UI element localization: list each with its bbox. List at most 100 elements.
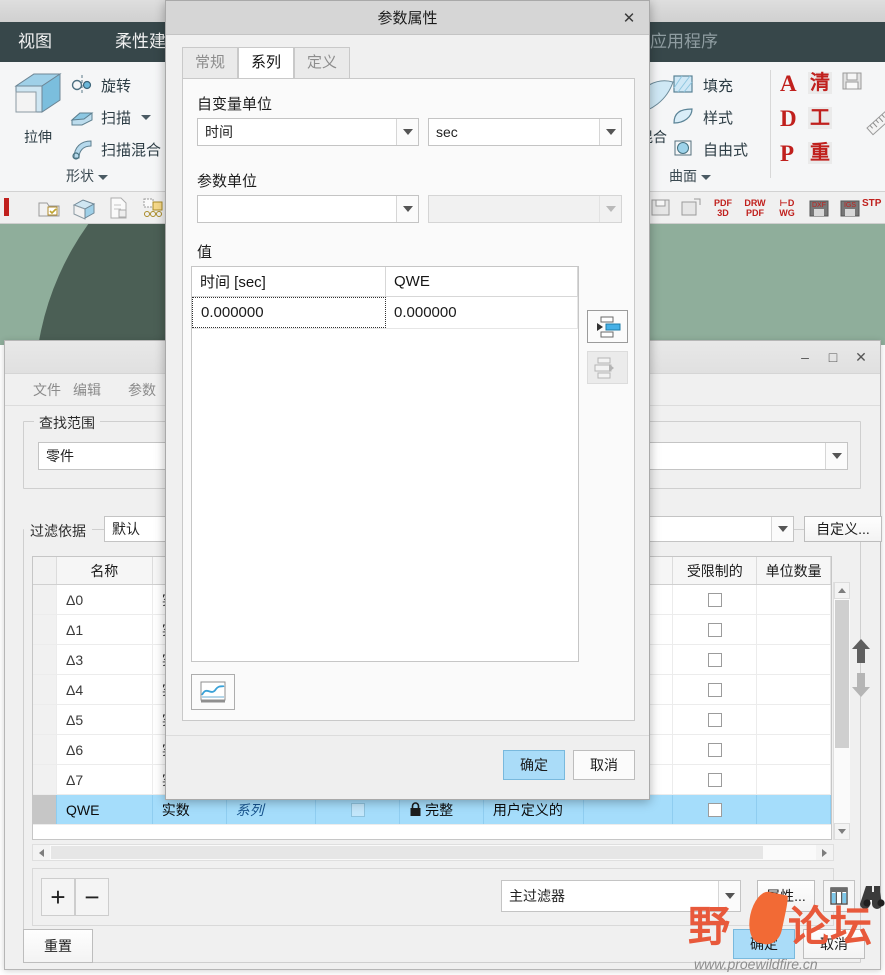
reset-button[interactable]: 重置 — [23, 929, 93, 963]
header-restricted[interactable]: 受限制的 — [673, 557, 758, 584]
qa-save-as-icon[interactable] — [679, 196, 705, 220]
close-icon[interactable]: ✕ — [848, 345, 874, 369]
cell-restricted[interactable] — [673, 615, 758, 644]
cell-unit-qty[interactable] — [757, 585, 831, 614]
cell-name[interactable]: Δ0 — [57, 585, 153, 614]
checkbox[interactable] — [707, 772, 722, 787]
cell-unit-qty[interactable] — [757, 765, 831, 794]
cell-restricted[interactable] — [673, 585, 758, 614]
cell-unit-qty[interactable] — [757, 645, 831, 674]
ribbon-tab-view[interactable]: 视图 — [8, 22, 62, 62]
tab-definition[interactable]: 定义 — [294, 47, 350, 79]
qa-export-dxf-icon[interactable]: DXF — [806, 196, 832, 220]
graph-icon[interactable] — [191, 674, 235, 710]
surface-group-label[interactable]: 曲面 — [640, 166, 740, 186]
cell-restricted[interactable] — [673, 645, 758, 674]
tool-a-icon[interactable]: A — [780, 72, 797, 95]
scroll-down-button[interactable] — [834, 823, 850, 840]
values-header-qwe[interactable]: QWE — [386, 267, 578, 296]
values-header-time[interactable]: 时间 [sec] — [192, 267, 386, 296]
add-parameter-button[interactable]: + — [41, 878, 75, 916]
tool-p-icon[interactable]: P — [780, 142, 794, 165]
hscroll-right-button[interactable] — [816, 845, 833, 860]
cell-unit-qty[interactable] — [757, 795, 831, 824]
revolve-button[interactable]: 旋转 — [70, 70, 131, 100]
parameters-ok-button[interactable]: 确定 — [733, 929, 795, 959]
tab-general[interactable]: 常规 — [182, 47, 238, 79]
tool-d-icon[interactable]: D — [780, 107, 797, 130]
qa-export-dwg-icon[interactable]: ⊢D WG — [774, 196, 800, 220]
cell-name[interactable]: Δ7 — [57, 765, 153, 794]
cell-restricted[interactable] — [673, 795, 758, 824]
insert-column-left-button[interactable] — [587, 310, 628, 343]
dialog-close-icon[interactable]: ✕ — [617, 7, 641, 29]
header-name[interactable]: 名称 — [57, 557, 153, 584]
fill-button[interactable]: 填充 — [672, 70, 733, 100]
parameter-unit-type-chevron-down-icon[interactable] — [396, 196, 418, 222]
move-up-button[interactable] — [850, 638, 872, 664]
menu-file[interactable]: 文件 — [27, 379, 67, 401]
properties-button[interactable]: 属性... — [757, 880, 815, 912]
scroll-up-button[interactable] — [834, 582, 850, 599]
qa-open-check-icon[interactable] — [36, 196, 62, 220]
independent-unit-combo[interactable]: sec — [428, 118, 622, 146]
hscroll-thumb[interactable] — [51, 846, 763, 859]
filter-chevron-down-icon[interactable] — [771, 517, 793, 541]
cell-restricted[interactable] — [673, 705, 758, 734]
cell-name[interactable]: Δ1 — [57, 615, 153, 644]
qa-pattern-icon[interactable] — [141, 196, 167, 220]
binoculars-icon[interactable] — [859, 881, 885, 914]
tool-redo-icon[interactable]: 重 — [808, 142, 832, 164]
hscroll-left-button[interactable] — [33, 845, 50, 860]
scroll-thumb[interactable] — [835, 600, 849, 748]
parameter-unit-type-combo[interactable] — [197, 195, 419, 223]
tab-series[interactable]: 系列 — [238, 47, 294, 79]
checkbox[interactable] — [707, 802, 722, 817]
main-filter-combo[interactable]: 主过滤器 — [501, 880, 741, 912]
values-cell-time[interactable]: 0.000000 — [192, 297, 386, 328]
qa-export-pdf3d-icon[interactable]: PDF 3D — [710, 196, 736, 220]
cell-unit-qty[interactable] — [757, 615, 831, 644]
tool-work-icon[interactable]: 工 — [808, 107, 832, 129]
header-unit-qty[interactable]: 单位数量 — [757, 557, 831, 584]
menu-edit[interactable]: 编辑 — [67, 379, 107, 401]
cell-name[interactable]: Δ5 — [57, 705, 153, 734]
table-horizontal-scrollbar[interactable] — [32, 844, 834, 861]
ruler-icon[interactable] — [866, 109, 885, 139]
minimize-icon[interactable]: – — [792, 345, 818, 369]
remove-parameter-button[interactable]: − — [75, 878, 109, 916]
checkbox[interactable] — [707, 652, 722, 667]
sweep-chevron-down-icon[interactable] — [141, 114, 152, 120]
values-table-row[interactable]: 0.000000 0.000000 — [192, 297, 578, 329]
search-scope-chevron-down-icon[interactable] — [825, 443, 847, 469]
columns-icon[interactable] — [823, 880, 855, 912]
customize-button[interactable]: 自定义... — [804, 516, 882, 542]
qa-new-doc-icon[interactable] — [106, 196, 132, 220]
freestyle-button[interactable]: 自由式 — [672, 134, 748, 164]
sweep-button[interactable]: 扫描 — [70, 102, 152, 132]
checkbox[interactable] — [350, 802, 365, 817]
values-cell-qwe[interactable]: 0.000000 — [386, 297, 578, 328]
maximize-icon[interactable]: □ — [820, 345, 846, 369]
cell-name[interactable]: QWE — [57, 795, 153, 824]
cell-unit-qty[interactable] — [757, 705, 831, 734]
main-filter-chevron-down-icon[interactable] — [718, 881, 740, 911]
cell-restricted[interactable] — [673, 735, 758, 764]
qa-save-copy-icon[interactable] — [648, 196, 674, 220]
table-vertical-scrollbar[interactable] — [833, 582, 850, 840]
save-floppy-icon[interactable] — [840, 70, 864, 95]
independent-unit-type-chevron-down-icon[interactable] — [396, 119, 418, 145]
cell-restricted[interactable] — [673, 765, 758, 794]
qa-export-igs-icon[interactable]: IGS — [837, 196, 863, 220]
independent-unit-type-combo[interactable]: 时间 — [197, 118, 419, 146]
parameters-cancel-button[interactable]: 取消 — [803, 929, 865, 959]
checkbox[interactable] — [707, 622, 722, 637]
cell-name[interactable]: Δ3 — [57, 645, 153, 674]
cell-name[interactable]: Δ6 — [57, 735, 153, 764]
style-button[interactable]: 样式 — [672, 102, 733, 132]
move-down-button[interactable] — [850, 672, 872, 698]
ribbon-tab-applications[interactable]: 应用程序 — [640, 22, 728, 62]
cell-name[interactable]: Δ4 — [57, 675, 153, 704]
cell-unit-qty[interactable] — [757, 735, 831, 764]
cell-unit-qty[interactable] — [757, 675, 831, 704]
